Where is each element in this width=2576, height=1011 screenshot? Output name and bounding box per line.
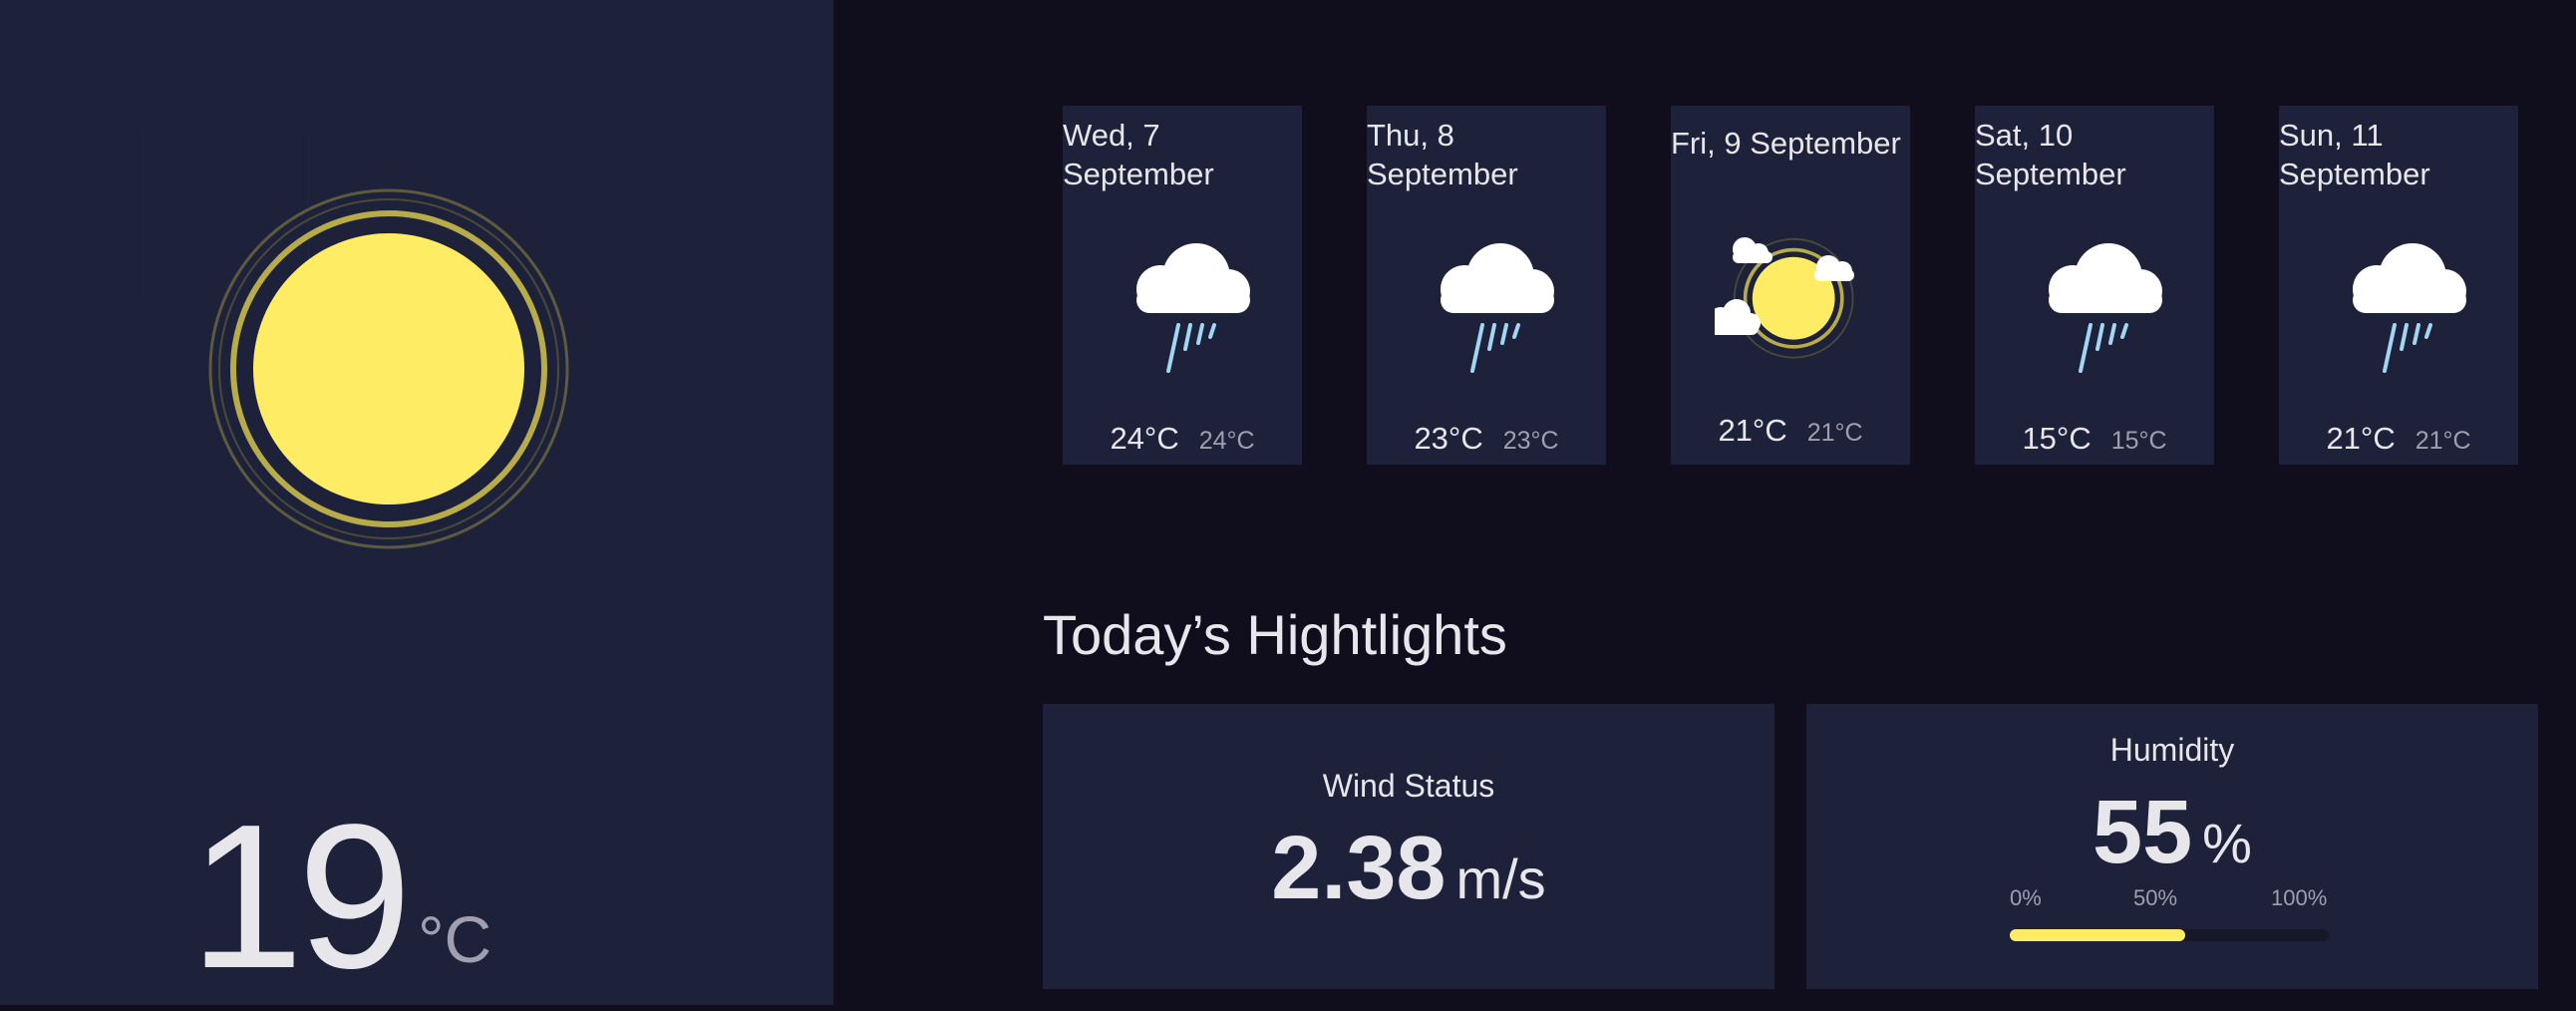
current-weather-panel: 19 °C — [0, 0, 833, 1005]
humidity-scale-max: 100% — [2271, 885, 2328, 910]
humidity-unit: % — [2202, 812, 2252, 874]
forecast-date: Sat, 10 September — [1975, 118, 2126, 191]
forecast-card: Sat, 10 September 15°C 15°C — [1975, 106, 2214, 465]
rain-cloud-icon — [2337, 231, 2486, 381]
sun-icon — [199, 179, 578, 558]
forecast-max-temp: 23°C — [1414, 421, 1483, 456]
forecast-date: Sun, 11 September — [2279, 118, 2430, 191]
rain-cloud-icon — [2033, 231, 2182, 381]
humidity-scale-min: 0% — [2010, 885, 2042, 910]
humidity-progress-track — [2010, 929, 2329, 941]
wind-speed-value: 2.38 — [1271, 819, 1447, 918]
forecast-max-temp: 21°C — [2326, 421, 2396, 456]
forecast-max-temp: 21°C — [1718, 413, 1787, 448]
humidity-scale-mid: 50% — [2133, 885, 2178, 910]
forecast-date: Wed, 7 September — [1063, 118, 1214, 191]
current-temp-value: 19 — [189, 782, 412, 1011]
humidity-label: Humidity — [2109, 732, 2235, 768]
forecast-date: Thu, 8 September — [1367, 118, 1518, 191]
rain-cloud-icon — [1425, 231, 1574, 381]
forecast-card: Thu, 8 September 23°C 23°C — [1367, 106, 1606, 465]
humidity-value-row: 55% — [1806, 782, 2538, 884]
forecast-date: Fri, 9 September — [1671, 126, 1901, 161]
wind-speed-unit: m/s — [1455, 847, 1546, 910]
humidity-progress-fill — [2010, 929, 2185, 941]
wind-status-card: Wind Status 2.38 m/s — [1043, 704, 1774, 989]
current-temperature: 19 °C — [189, 770, 491, 999]
forecast-min-temp: 21°C — [1806, 419, 1863, 447]
forecast-max-temp: 24°C — [1110, 421, 1179, 456]
forecast-card: Wed, 7 September 24°C 24°C — [1063, 106, 1302, 465]
humidity-scale: 0% 50% 100% — [2010, 885, 2329, 915]
current-temp-unit: °C — [418, 902, 492, 976]
humidity-card: Humidity 55% 0% 50% 100% — [1806, 704, 2538, 989]
sun-clouds-icon — [1709, 237, 1864, 387]
highlights-title: Today’s Hightlights — [1043, 603, 1507, 666]
forecast-min-temp: 15°C — [2110, 427, 2167, 455]
wind-status-label: Wind Status — [1322, 768, 1495, 804]
wind-status-value-row: 2.38 m/s — [1043, 818, 1774, 920]
forecast-card: Sun, 11 September 21°C 21°C — [2279, 106, 2518, 465]
forecast-card: Fri, 9 September 21°C 21°C — [1671, 106, 1910, 465]
forecast-min-temp: 23°C — [1502, 427, 1559, 455]
forecast-min-temp: 21°C — [2415, 427, 2471, 455]
humidity-value: 55 — [2093, 783, 2193, 882]
rain-cloud-icon — [1121, 231, 1270, 381]
forecast-min-temp: 24°C — [1198, 427, 1255, 455]
forecast-max-temp: 15°C — [2022, 421, 2092, 456]
